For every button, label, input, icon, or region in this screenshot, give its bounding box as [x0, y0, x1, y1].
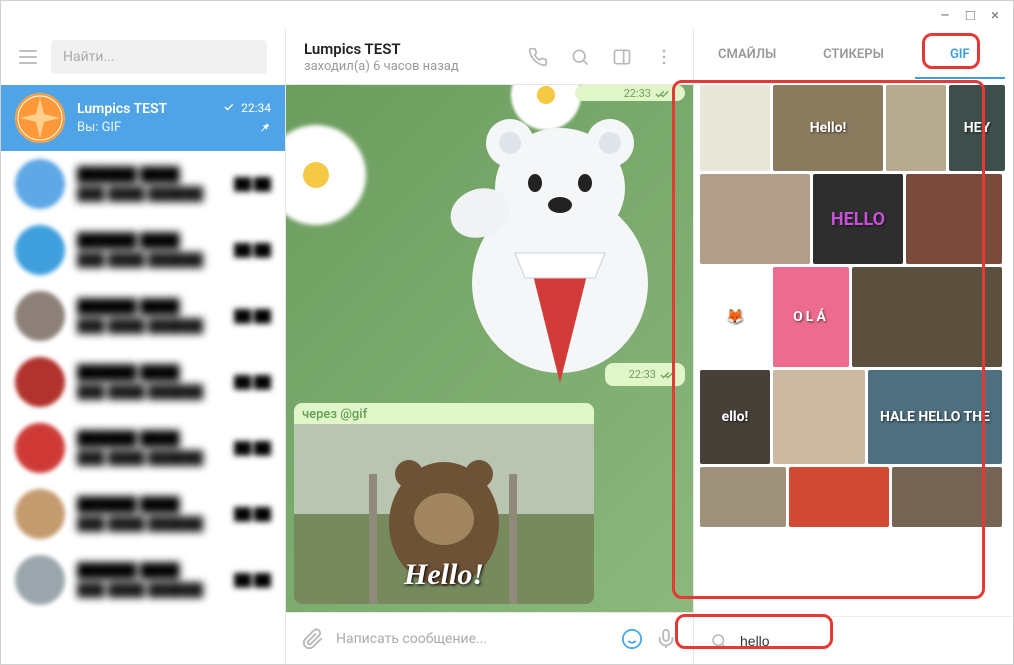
gif-via-label: через @gif: [294, 403, 594, 424]
chat-item-title: ██████ ████: [77, 562, 222, 579]
chat-item-time: 22:34: [224, 101, 271, 115]
minimize-button[interactable]: –: [940, 6, 950, 24]
gif-tile[interactable]: HALE HELLO THE: [868, 370, 1002, 464]
chat-item-time: ██:██: [234, 243, 271, 257]
chat-item[interactable]: ██████ ████ ███ ████ ██████ ██:██: [1, 217, 285, 283]
side-panel: СМАЙЛЫ СТИКЕРЫ GIF Hello! HEY HELLO 🦊OLÁell…: [693, 29, 1013, 664]
gif-tile[interactable]: [700, 174, 810, 264]
chat-item-preview: ███ ████ ██████: [77, 252, 222, 268]
sidebar-toggle-icon[interactable]: [611, 46, 633, 68]
chat-item-preview: ███ ████ ██████: [77, 516, 222, 532]
emoji-icon[interactable]: [621, 628, 643, 650]
avatar: [15, 225, 65, 275]
sticker-bear: [435, 113, 685, 383]
search-icon: [708, 630, 730, 652]
chat-item-active[interactable]: Lumpics TEST Вы: GIF 22:34: [1, 85, 285, 151]
gif-tile[interactable]: HEY: [949, 85, 1005, 171]
gif-tile[interactable]: [773, 370, 865, 464]
compose-input[interactable]: Написать сообщение...: [336, 631, 609, 647]
chat-item-time: ██:██: [234, 375, 271, 389]
messages-area[interactable]: 22:33 22:33: [286, 85, 693, 612]
message-time: 22:33: [629, 368, 656, 381]
gif-tile[interactable]: [700, 467, 786, 527]
chat-item[interactable]: ██████ ████ ███ ████ ██████ ██:██: [1, 151, 285, 217]
chat-item[interactable]: ██████ ████ ███ ████ ██████ ██:██: [1, 415, 285, 481]
chat-status: заходил(а) 6 часов назад: [304, 59, 527, 74]
compose-bar: Написать сообщение...: [286, 612, 693, 664]
avatar: [15, 357, 65, 407]
chat-header: Lumpics TEST заходил(а) 6 часов назад: [286, 29, 693, 85]
gif-tile[interactable]: [892, 467, 1002, 527]
pin-icon: [257, 121, 271, 135]
chat-item-title: ██████ ████: [77, 166, 222, 183]
chat-item-title: ██████ ████: [77, 232, 222, 249]
avatar: [15, 93, 65, 143]
chat-item-preview: Вы: GIF: [77, 120, 212, 135]
gif-tile[interactable]: OLÁ: [773, 267, 849, 367]
gif-tile[interactable]: [886, 85, 946, 171]
chat-list: Lumpics TEST Вы: GIF 22:34 ██████ ████ ███ …: [1, 85, 285, 664]
more-icon[interactable]: [653, 46, 675, 68]
chat-title: Lumpics TEST: [304, 40, 527, 58]
chat-item-time: ██:██: [234, 177, 271, 191]
avatar: [15, 555, 65, 605]
avatar: [15, 291, 65, 341]
gif-search-input[interactable]: [740, 633, 999, 649]
gif-tile[interactable]: ello!: [700, 370, 770, 464]
message-time: 22:33: [624, 87, 651, 100]
panel-tabs: СМАЙЛЫ СТИКЕРЫ GIF: [694, 29, 1013, 79]
close-button[interactable]: ×: [991, 6, 999, 24]
gif-tile[interactable]: [789, 467, 889, 527]
gif-caption: Hello!: [404, 558, 484, 592]
chat-item[interactable]: ██████ ████ ███ ████ ██████ ██:██: [1, 349, 285, 415]
gif-tile[interactable]: HELLO: [813, 174, 903, 264]
chat-item-title: Lumpics TEST: [77, 101, 212, 117]
chat-item-title: ██████ ████: [77, 298, 222, 315]
chat-item[interactable]: ██████ ████ ███ ████ ██████ ██:██: [1, 481, 285, 547]
avatar: [15, 159, 65, 209]
chat-item-preview: ███ ████ ██████: [77, 186, 222, 202]
maximize-button[interactable]: □: [966, 6, 975, 24]
tab-stickers[interactable]: СТИКЕРЫ: [800, 29, 906, 79]
avatar: [15, 423, 65, 473]
chat-item-preview: ███ ████ ██████: [77, 582, 222, 598]
avatar: [15, 489, 65, 539]
chat-item-preview: ███ ████ ██████: [77, 384, 222, 400]
chat-item[interactable]: ██████ ████ ███ ████ ██████ ██:██: [1, 547, 285, 613]
chat-item-title: ██████ ████: [77, 430, 222, 447]
attach-icon[interactable]: [302, 628, 324, 650]
search-icon[interactable]: [569, 46, 591, 68]
tab-emoji[interactable]: СМАЙЛЫ: [694, 29, 800, 79]
chat-item-preview: ███ ████ ██████: [77, 318, 222, 334]
search-input[interactable]: Найти...: [51, 40, 267, 74]
search-placeholder: Найти...: [63, 49, 115, 65]
mic-icon[interactable]: [655, 628, 677, 650]
gif-search: [694, 616, 1013, 664]
sidebar: Найти... Lumpics TEST Вы: GIF 22:34 ██████…: [1, 29, 286, 664]
chat-item-time: ██:██: [234, 309, 271, 323]
menu-icon[interactable]: [19, 50, 37, 64]
gif-tile[interactable]: [852, 267, 1002, 367]
chat-pane: Lumpics TEST заходил(а) 6 часов назад: [286, 29, 693, 664]
gif-preview: Hello!: [294, 424, 594, 604]
chat-item[interactable]: ██████ ████ ███ ████ ██████ ██:██: [1, 283, 285, 349]
chat-item-title: ██████ ████: [77, 496, 222, 513]
chat-item-time: ██:██: [234, 507, 271, 521]
tab-gif[interactable]: GIF: [907, 29, 1013, 79]
gif-tile[interactable]: Hello!: [773, 85, 883, 171]
gif-tile[interactable]: [700, 85, 770, 171]
chat-item-preview: ███ ████ ██████: [77, 450, 222, 466]
chat-item-time: ██:██: [234, 441, 271, 455]
chat-item-title: ██████ ████: [77, 364, 222, 381]
gif-grid[interactable]: Hello! HEY HELLO 🦊OLÁello! HALE HELLO THE: [694, 79, 1013, 616]
call-icon[interactable]: [527, 46, 549, 68]
gif-tile[interactable]: [906, 174, 1002, 264]
chat-item-time: ██:██: [234, 573, 271, 587]
gif-tile[interactable]: 🦊: [700, 267, 770, 367]
